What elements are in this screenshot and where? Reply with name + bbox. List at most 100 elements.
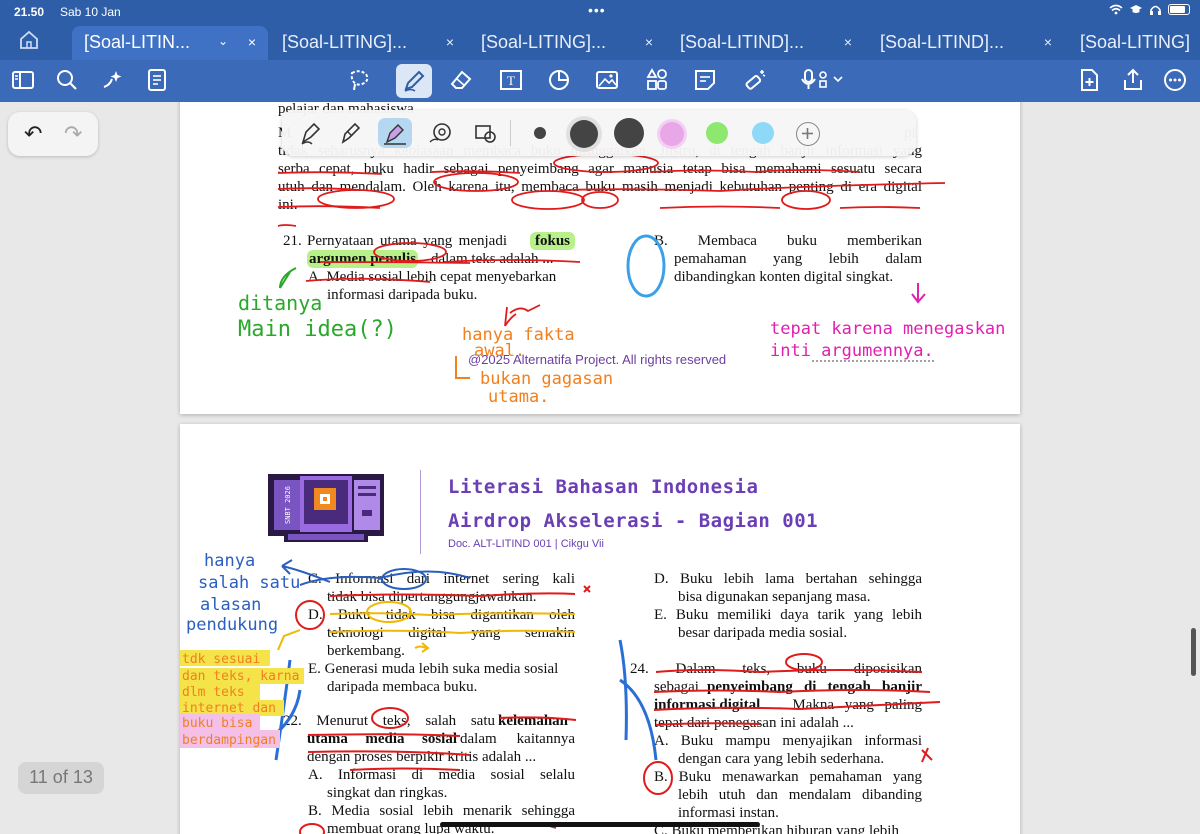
option-text: A. Informasi di media sosial selalu xyxy=(308,767,575,783)
tab-bar: [Soal-LITIN... ⌄ × [Soal-LITING]... × [S… xyxy=(0,24,1200,60)
elements-icon[interactable] xyxy=(644,67,674,95)
tab-2[interactable]: [Soal-LITING]... × xyxy=(270,26,466,60)
highlighter-icon[interactable] xyxy=(378,118,412,148)
color-swatch-pink[interactable] xyxy=(660,122,684,146)
page-indicator: 11 of 13 xyxy=(18,762,104,794)
toolbar: T xyxy=(0,60,1200,102)
scrollbar-thumb[interactable] xyxy=(1191,628,1196,676)
image-icon[interactable] xyxy=(594,67,624,95)
status-bar: 21.50 Sab 10 Jan ••• xyxy=(0,0,1200,24)
text-box-icon[interactable]: T xyxy=(498,67,528,95)
question-text-highlight: argumen penulis xyxy=(307,250,419,268)
multitask-dots[interactable]: ••• xyxy=(588,2,606,18)
laser-pointer-icon[interactable] xyxy=(742,67,772,95)
option-text: singkat dan ringkas. xyxy=(327,785,448,801)
fountain-pen-icon[interactable] xyxy=(294,118,328,148)
shape-pen-icon[interactable] xyxy=(424,118,458,148)
color-swatch-green[interactable] xyxy=(706,122,728,144)
home-icon[interactable] xyxy=(18,30,50,54)
svg-text:T: T xyxy=(507,73,515,88)
tab-label: [Soal-LITING]... xyxy=(481,32,607,52)
sidebar-icon[interactable] xyxy=(10,67,40,95)
option-text: tidak bisa dipertanggungjawabkan. xyxy=(327,589,537,605)
undo-redo-panel: ↶ ↷ xyxy=(8,112,98,156)
option-text: A. Media sosial lebih cepat menyebarkan xyxy=(308,269,557,285)
more-icon[interactable] xyxy=(1162,67,1192,95)
chevron-down-icon[interactable]: ⌄ xyxy=(218,34,228,48)
lasso-icon[interactable] xyxy=(346,67,376,95)
search-icon[interactable] xyxy=(54,67,84,95)
color-swatch-blue[interactable] xyxy=(752,122,774,144)
sticky-note-icon[interactable] xyxy=(692,67,722,95)
battery-icon xyxy=(1168,4,1190,15)
question-text-bold: kelemahan xyxy=(498,713,569,729)
question-number: 21. xyxy=(283,233,302,249)
tab-label: [Soal-LITIN... xyxy=(84,32,191,52)
pen-icon[interactable] xyxy=(396,64,432,98)
document-area[interactable]: pelajar dan mahasiswa M pi tidak seharus… xyxy=(0,102,1200,834)
question-text: Pernyataan utama yang menjadi xyxy=(307,233,507,249)
tape-icon[interactable] xyxy=(468,118,502,148)
home-indicator[interactable] xyxy=(440,822,760,827)
tab-label: [Soal-LITIND]... xyxy=(680,32,805,52)
option-text: A. Buku mampu menyajikan informasi xyxy=(654,733,922,749)
add-color-icon[interactable] xyxy=(796,122,820,146)
retro-computer-logo: SNBT 2026 xyxy=(268,474,384,542)
option-text: informasi daripada buku. xyxy=(327,287,478,303)
tab-1[interactable]: [Soal-LITIN... ⌄ × xyxy=(72,26,268,60)
header-divider xyxy=(420,470,421,554)
tab-3[interactable]: [Soal-LITING]... × xyxy=(469,26,665,60)
tab-label: [Soal-LITING]... xyxy=(282,32,408,52)
close-icon[interactable]: × xyxy=(1044,34,1052,50)
question-text: . Makna yang paling xyxy=(778,697,922,713)
undo-icon[interactable]: ↶ xyxy=(24,121,42,147)
tab-label: [Soal-LITIND]... xyxy=(880,32,1005,52)
shapes-icon[interactable] xyxy=(546,67,576,95)
close-icon[interactable]: × xyxy=(844,34,852,50)
question-text: dalam kaitannya xyxy=(460,731,575,747)
option-text: B. Media sosial lebih menarik sehingga xyxy=(308,803,575,819)
question-text: dalam teks adalah ... xyxy=(431,251,554,267)
option-text: bisa digunakan sepanjang masa. xyxy=(678,589,871,605)
stroke-size-small[interactable] xyxy=(534,127,546,139)
stroke-size-large[interactable] xyxy=(614,118,644,148)
stroke-size-medium[interactable] xyxy=(570,120,598,148)
eraser-icon[interactable] xyxy=(448,67,478,95)
ai-sparkle-icon[interactable] xyxy=(100,67,130,95)
copyright-footer: @2025 Alternatifa Project. All rights re… xyxy=(468,352,727,367)
page-header-subtitle: Airdrop Akselerasi - Bagian 001 xyxy=(448,510,819,532)
share-icon[interactable] xyxy=(1120,67,1150,95)
headphones-icon xyxy=(1150,5,1161,15)
question-text: 22. Menurut teks, salah satu xyxy=(283,713,495,729)
tab-5[interactable]: [Soal-LITIND]... × xyxy=(868,26,1064,60)
graduation-cap-icon xyxy=(1130,5,1142,13)
tab-label: [Soal-LITING] xyxy=(1080,32,1191,52)
status-time: 21.50 xyxy=(14,5,45,19)
option-text: E. Generasi muda lebih suka media sosial xyxy=(308,661,559,677)
add-page-icon[interactable] xyxy=(1076,67,1106,95)
close-icon[interactable]: × xyxy=(248,34,256,50)
question-text: dengan proses berpikir kritis adalah ... xyxy=(307,749,537,765)
option-text: besar daripada media sosial. xyxy=(678,625,848,641)
pen-palette xyxy=(282,110,916,156)
option-text: B. Buku menawarkan pemahaman yang xyxy=(654,769,922,785)
logo-text: SNBT 2026 xyxy=(284,486,292,524)
option-text: D. Buku tidak bisa digantikan oleh xyxy=(308,607,575,623)
close-icon[interactable]: × xyxy=(645,34,653,50)
palette-divider xyxy=(510,120,511,146)
pdf-page-12[interactable]: SNBT 2026 Literasi Bahasan Indonesia Air… xyxy=(180,424,1020,834)
option-text: daripada membaca buku. xyxy=(327,679,478,695)
ballpoint-pen-icon[interactable] xyxy=(334,118,368,148)
text-line: utuh dan mendalam. Oleh karena itu, memb… xyxy=(278,179,922,195)
question-text-bold: informasi digital xyxy=(654,697,761,713)
question-text-highlight: fokus xyxy=(530,232,576,250)
redo-icon[interactable]: ↷ xyxy=(64,121,82,147)
close-icon[interactable]: × xyxy=(446,34,454,50)
tab-4[interactable]: [Soal-LITIND]... × xyxy=(668,26,864,60)
option-text: berkembang. xyxy=(327,643,405,659)
microphone-icon[interactable] xyxy=(800,67,850,95)
tab-6[interactable]: [Soal-LITING] xyxy=(1068,26,1200,60)
document-list-icon[interactable] xyxy=(144,67,174,95)
option-text: B. Membaca buku memberikan xyxy=(654,233,922,249)
option-text: dibandingkan konten digital singkat. xyxy=(674,269,894,285)
